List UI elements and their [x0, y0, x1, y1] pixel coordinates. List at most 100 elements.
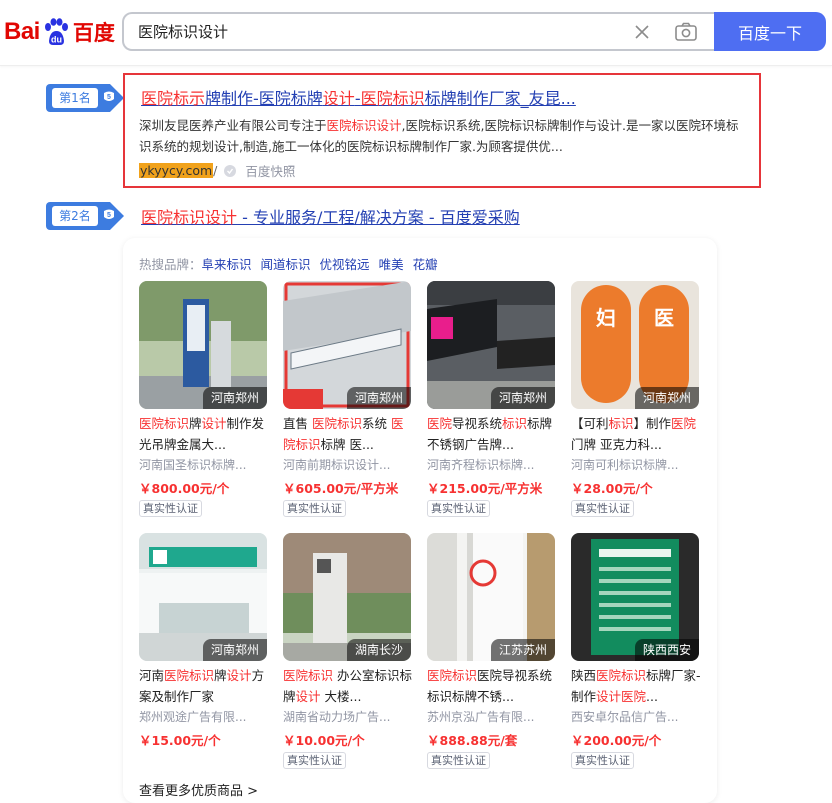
search-input[interactable] [138, 14, 618, 49]
paw-icon: du [44, 18, 68, 45]
brand-link[interactable]: 唯美 [379, 257, 404, 272]
paw-mini-icon: 5 [104, 209, 114, 219]
result-title-link[interactable]: 医院标示牌制作-医院标牌设计-医院标识标牌制作厂家_友昆... [141, 85, 576, 109]
product-title[interactable]: 医院导视系统标识标牌 不锈钢广告牌... [427, 413, 557, 455]
product-shop[interactable]: 郑州观途广告有限... [139, 708, 267, 725]
camera-icon[interactable] [674, 21, 698, 43]
product-image[interactable]: 河南郑州 [427, 281, 555, 409]
product-image[interactable]: 妇 医 河南郑州 [571, 281, 699, 409]
snapshot-link[interactable]: 百度快照 [245, 161, 295, 180]
product-shop[interactable]: 河南前期标识设计... [283, 456, 411, 473]
url-slash: / [213, 163, 218, 178]
product-title[interactable]: 医院标识医院导视系统标识标牌不锈... [427, 665, 557, 707]
product-image[interactable]: 河南郑州 [139, 533, 267, 661]
product-shop[interactable]: 苏州京泓广告有限... [427, 708, 555, 725]
product-title[interactable]: 【可利标识】制作医院门牌 亚克力科... [571, 413, 701, 455]
shield-icon [224, 164, 237, 177]
result-abstract: 深圳友昆医养产业有限公司专注于医院标识设计,医院标识系统,医院标识标牌制作与设计… [139, 115, 739, 157]
location-tag: 河南郑州 [346, 387, 411, 409]
brand-link[interactable]: 优视铭远 [320, 257, 370, 272]
highlight-text: 设计 [226, 668, 252, 683]
see-more-goods-link[interactable]: 查看更多优质商品 > [139, 780, 258, 799]
verified-badge: 真实性认证 [427, 500, 490, 517]
hot-brands: 热搜品牌：阜来标识 闻道标识 优视铭远 唯美 花瓣 [139, 254, 447, 273]
highlight-text: 医院标识 [427, 668, 478, 683]
product-title[interactable]: 医院标识 办公室标识标牌设计 大楼... [283, 665, 413, 707]
highlight-text: 设计医院 [596, 689, 647, 704]
product-shop[interactable]: 河南齐程标识标牌... [427, 456, 555, 473]
verified-badge: 真实性认证 [283, 500, 346, 517]
location-tag: 河南郑州 [490, 387, 555, 409]
svg-text:5: 5 [107, 212, 111, 219]
search-box [122, 12, 716, 51]
header-bar: Bai du 百度 百度一下 [0, 0, 832, 66]
product-price: ￥28.00元/个 [571, 481, 653, 496]
location-tag: 河南郑州 [202, 639, 267, 661]
baidu-logo[interactable]: Bai du 百度 [4, 14, 115, 50]
search-button[interactable]: 百度一下 [714, 12, 826, 51]
rank-badge-1: 第1名 5 [46, 84, 124, 112]
highlight-text: 标识 [502, 416, 528, 431]
verified-badge: 真实性认证 [427, 752, 490, 769]
highlight-text: 医院标识 [311, 416, 362, 431]
highlight-text: 医院标识 [283, 668, 334, 683]
rank-badge-2: 第2名 5 [46, 202, 124, 230]
highlight-text: 标识 [608, 416, 634, 431]
highlight-text: 设计 [201, 416, 227, 431]
location-tag: 河南郑州 [202, 387, 267, 409]
highlight-text: 设计 [295, 689, 321, 704]
svg-text:医: 医 [654, 306, 674, 330]
product-shop[interactable]: 湖南省动力场广告... [283, 708, 411, 725]
text-segment: 门牌 亚克力科... [571, 437, 662, 452]
product-title[interactable]: 河南医院标识牌设计方案及制作厂家 [139, 665, 269, 707]
text-segment: 河南 [139, 668, 165, 683]
brand-link[interactable]: 花瓣 [413, 257, 438, 272]
product-title[interactable]: 陕西医院标识标牌厂家-制作设计医院... [571, 665, 701, 707]
text-segment: 深圳友昆医养产业有限公司专注于 [139, 118, 327, 133]
rank-label: 第2名 [52, 206, 98, 226]
product-image[interactable]: 江苏苏州 [427, 533, 555, 661]
location-tag: 湖南长沙 [346, 639, 411, 661]
result-2-title-link[interactable]: 医院标识设计 - 专业服务/工程/解决方案 - 百度爱采购 [141, 204, 520, 228]
verified-badge: 真实性认证 [571, 752, 634, 769]
text-segment: - 专业服务/工程/解决方案 - 百度爱采购 [237, 208, 520, 227]
product-shop[interactable]: 河南可利标识标牌... [571, 456, 699, 473]
text-segment: 导视系统 [452, 416, 503, 431]
highlight-text: 医院标识 [139, 416, 190, 431]
text-segment: 系统 [362, 416, 391, 431]
product-shop[interactable]: 河南国圣标识标牌... [139, 456, 267, 473]
paw-mini-icon: 5 [104, 91, 114, 101]
product-price: ￥800.00元/个 [139, 481, 230, 496]
result-site-url[interactable]: ykyycy.com [139, 163, 214, 178]
product-title[interactable]: 医院标识牌设计制作发光吊牌金属大... [139, 413, 269, 455]
location-tag: 陕西西安 [634, 639, 699, 661]
verified-badge: 真实性认证 [283, 752, 346, 769]
product-image[interactable]: 河南郑州 [139, 281, 267, 409]
product-image[interactable]: 湖南长沙 [283, 533, 411, 661]
highlight-text: 医院标识 [164, 668, 215, 683]
text-segment: 牌 [189, 416, 202, 431]
text-segment: 】制作 [633, 416, 672, 431]
text-segment: 大楼... [320, 689, 362, 704]
product-price: ￥10.00元/个 [283, 733, 365, 748]
product-price: ￥15.00元/个 [139, 733, 221, 748]
brand-link[interactable]: 闻道标识 [261, 257, 311, 272]
product-shop[interactable]: 西安卓尔品信广告... [571, 708, 699, 725]
product-image[interactable]: 河南郑州 [283, 281, 411, 409]
verified-badge: 真实性认证 [139, 500, 202, 517]
highlight-text: 医院标识 [360, 89, 425, 108]
clear-icon[interactable] [632, 22, 652, 42]
logo-text-cn: 百度 [72, 21, 115, 45]
product-title[interactable]: 直售 医院标识系统 医院标识标牌 医... [283, 413, 413, 455]
text-segment: ... [646, 689, 658, 704]
search-result-1: 医院标示牌制作-医院标牌设计-医院标识标牌制作厂家_友昆... 深圳友昆医养产业… [123, 73, 761, 188]
product-image[interactable]: 陕西西安 [571, 533, 699, 661]
product-price: ￥215.00元/平方米 [427, 481, 543, 496]
svg-text:5: 5 [107, 94, 111, 101]
location-tag: 河南郑州 [634, 387, 699, 409]
verified-badge: 真实性认证 [571, 500, 634, 517]
brand-link[interactable]: 阜来标识 [202, 257, 252, 272]
product-price: ￥605.00元/平方米 [283, 481, 399, 496]
goods-panel: 热搜品牌：阜来标识 闻道标识 优视铭远 唯美 花瓣 河南郑州 医院标识牌设计制作发光吊牌… [123, 238, 717, 803]
result-source: ykyycy.com / 百度快照 [139, 161, 295, 180]
